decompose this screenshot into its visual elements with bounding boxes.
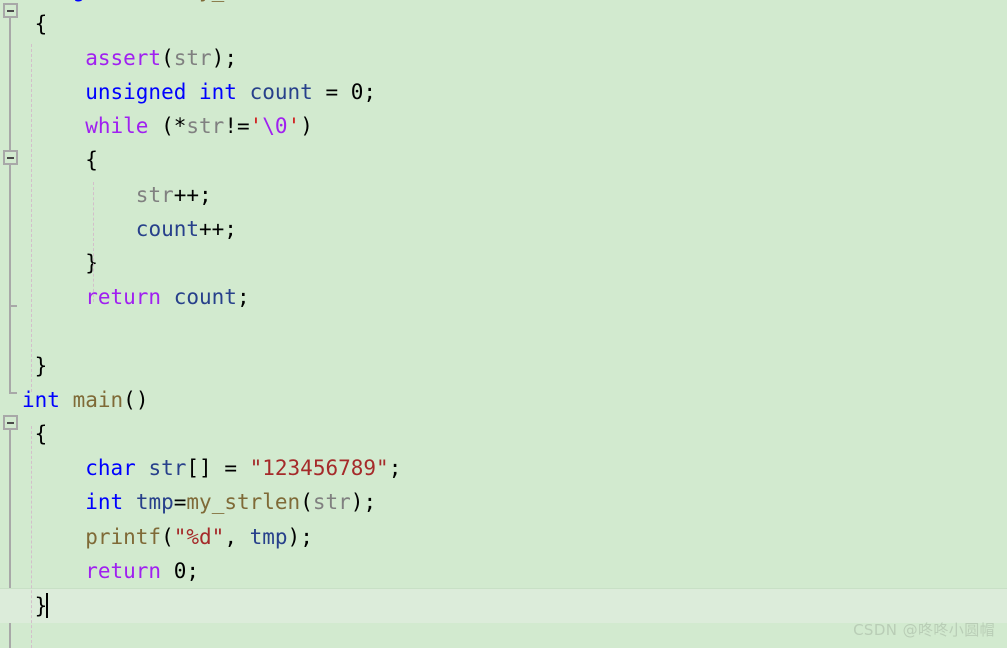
code-line[interactable]: while (*str!='\0') bbox=[0, 109, 1007, 143]
code-token: ; bbox=[363, 80, 377, 105]
code-token: ' bbox=[249, 114, 263, 139]
code-line[interactable]: int tmp=my_strlen(str); bbox=[0, 485, 1007, 519]
code-line[interactable]: return 0; bbox=[0, 554, 1007, 588]
code-line[interactable]: count++; bbox=[0, 212, 1007, 246]
code-token: } bbox=[22, 353, 48, 378]
code-token: char bbox=[85, 456, 136, 481]
code-line[interactable] bbox=[0, 314, 1007, 348]
code-editor[interactable]: unsigned int my_strlen(const char* str) … bbox=[0, 0, 1007, 648]
code-token: ; bbox=[388, 456, 402, 481]
indent-guide bbox=[31, 426, 32, 648]
code-token: tmp bbox=[249, 524, 288, 549]
code-line[interactable]: assert(str); bbox=[0, 41, 1007, 75]
code-token: ) bbox=[503, 0, 516, 2]
code-token: () bbox=[123, 387, 149, 412]
code-token: , bbox=[224, 524, 250, 549]
code-token: str bbox=[173, 45, 212, 70]
code-token: my_strlen bbox=[186, 0, 300, 2]
code-line[interactable]: return count; bbox=[0, 280, 1007, 314]
code-token: (* bbox=[148, 114, 187, 139]
code-token: str bbox=[135, 182, 174, 207]
code-token: ; bbox=[186, 558, 200, 583]
code-line[interactable]: { bbox=[0, 417, 1007, 451]
code-token: str bbox=[465, 0, 503, 2]
code-token: = bbox=[173, 490, 187, 515]
code-line[interactable]: { bbox=[0, 143, 1007, 177]
code-token: str bbox=[312, 490, 351, 515]
code-token: != bbox=[224, 114, 250, 139]
code-token: { bbox=[22, 11, 48, 36]
code-token: 0 bbox=[350, 80, 364, 105]
code-token: { bbox=[22, 148, 98, 173]
code-token: ); bbox=[211, 45, 237, 70]
code-token: unsigned int bbox=[85, 80, 237, 105]
code-token: "%d" bbox=[173, 524, 225, 549]
code-line[interactable]: str++; bbox=[0, 178, 1007, 212]
code-token: count bbox=[249, 80, 313, 105]
code-token: str bbox=[148, 456, 187, 481]
code-token: str bbox=[186, 114, 225, 139]
code-token: ); bbox=[287, 524, 313, 549]
code-token: ( bbox=[161, 524, 174, 549]
code-line[interactable]: unsigned int my_strlen(const char* str) bbox=[0, 0, 1007, 7]
code-token: ( bbox=[300, 490, 313, 515]
code-token: \0 bbox=[262, 114, 288, 139]
indent-guide bbox=[93, 182, 94, 302]
code-token: ( bbox=[161, 45, 174, 70]
code-token: [] = bbox=[186, 456, 250, 481]
code-token: ; bbox=[236, 285, 250, 310]
code-token: ++; bbox=[173, 182, 212, 207]
code-token: main bbox=[72, 387, 124, 412]
code-line[interactable]: } bbox=[0, 246, 1007, 280]
code-token: ++; bbox=[199, 216, 237, 241]
code-token: const char bbox=[313, 0, 439, 2]
code-token: } bbox=[22, 251, 98, 275]
code-token: my_strlen bbox=[186, 490, 301, 515]
code-token: return bbox=[85, 285, 162, 310]
code-line[interactable]: } bbox=[0, 349, 1007, 383]
code-line[interactable]: } bbox=[0, 587, 1007, 624]
code-token: ); bbox=[350, 490, 377, 515]
code-token: assert bbox=[85, 45, 162, 70]
code-token: int bbox=[85, 490, 124, 515]
code-token: } bbox=[22, 593, 48, 618]
code-token: while bbox=[85, 114, 149, 139]
code-token: printf bbox=[85, 524, 162, 549]
code-content[interactable]: unsigned int my_strlen(const char* str) … bbox=[0, 0, 1007, 624]
code-line[interactable]: unsigned int count = 0; bbox=[0, 75, 1007, 109]
code-token: 0 bbox=[173, 558, 187, 583]
code-token: unsigned int bbox=[22, 0, 174, 2]
code-token: int bbox=[22, 387, 60, 412]
text-caret bbox=[46, 592, 49, 618]
code-token: return bbox=[85, 558, 162, 583]
code-token: tmp bbox=[135, 490, 174, 515]
code-token: * bbox=[439, 0, 464, 2]
code-token: = bbox=[312, 80, 351, 105]
code-token: "123456789" bbox=[249, 456, 389, 481]
code-token: ' bbox=[287, 114, 301, 139]
code-token: ( bbox=[300, 0, 313, 2]
code-line[interactable]: char str[] = "123456789"; bbox=[0, 451, 1007, 485]
code-token: count bbox=[135, 216, 200, 241]
code-line[interactable]: { bbox=[0, 7, 1007, 41]
code-line[interactable]: printf("%d", tmp); bbox=[0, 520, 1007, 554]
code-token: { bbox=[22, 421, 48, 446]
indent-guide bbox=[31, 44, 32, 392]
code-token: count bbox=[173, 285, 237, 310]
code-token: ) bbox=[300, 114, 313, 139]
code-line[interactable]: int main() bbox=[0, 383, 1007, 417]
